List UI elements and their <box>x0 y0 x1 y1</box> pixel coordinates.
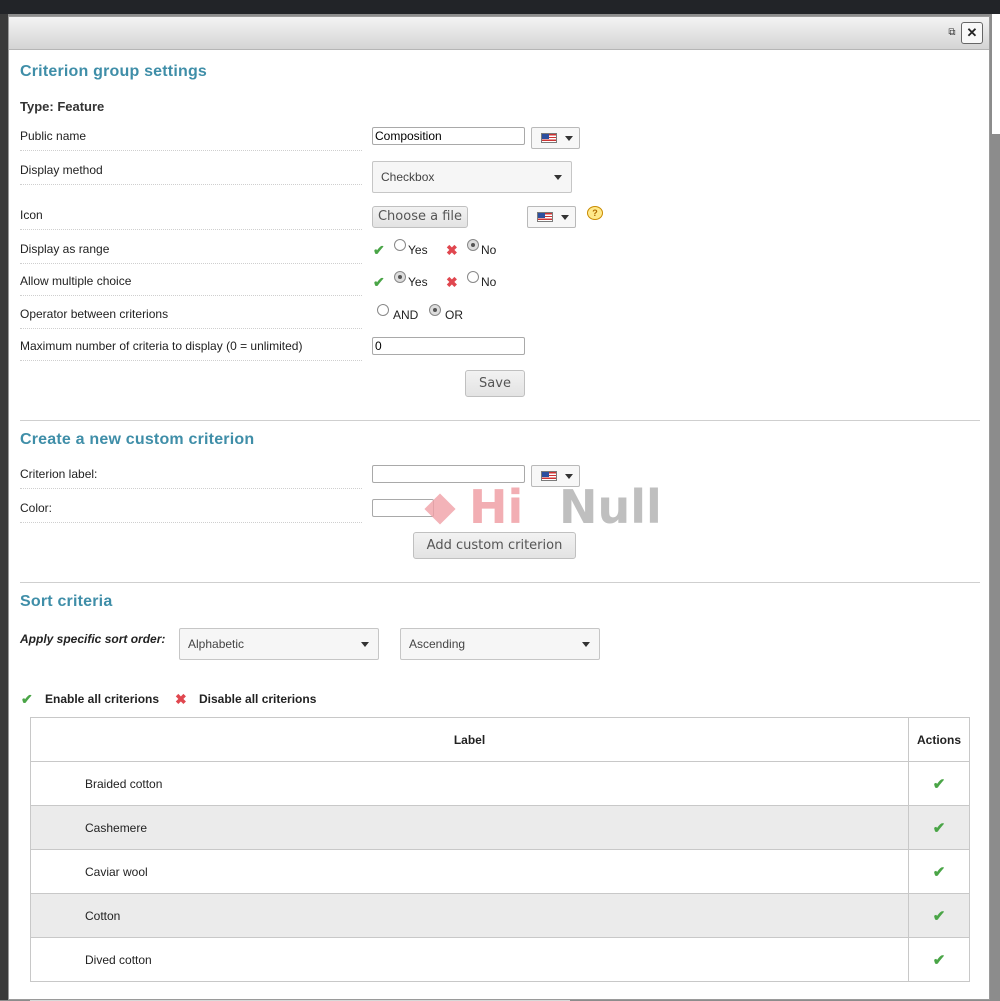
criterion-group-modal: ⧉ ✕ Criterion group settings Type: Featu… <box>8 16 990 1000</box>
display-method-label: Display method <box>20 163 362 185</box>
chevron-down-icon <box>565 474 573 479</box>
criterion-label-cell: Caviar wool <box>30 849 909 894</box>
display-as-range-no-label: No <box>481 243 497 257</box>
group-settings-title: Criterion group settings <box>20 63 208 80</box>
allow-multiple-label: Allow multiple choice <box>20 274 362 296</box>
sort-order-select[interactable]: Alphabetic <box>179 628 379 660</box>
color-label: Color: <box>20 501 362 523</box>
display-method-select[interactable]: Checkbox <box>372 161 572 193</box>
max-criteria-input[interactable] <box>372 337 525 355</box>
cross-icon: ✖ <box>446 242 458 258</box>
display-as-range-no-radio[interactable] <box>467 239 479 251</box>
us-flag-icon <box>541 133 557 143</box>
choose-file-button[interactable]: Choose a file <box>372 206 468 228</box>
apply-sort-order-label: Apply specific sort order: <box>20 632 166 646</box>
criterion-label-cell: Cashemere <box>30 805 909 850</box>
enabled-toggle-check-icon[interactable]: ✔ <box>908 849 970 894</box>
sort-direction-select[interactable]: Ascending <box>400 628 600 660</box>
chevron-down-icon <box>361 642 369 647</box>
background-left-edge <box>0 14 8 1000</box>
modal-titlebar[interactable]: ⧉ ✕ <box>9 17 989 50</box>
help-bubble-icon[interactable]: ? <box>587 206 603 220</box>
column-header-label[interactable]: Label <box>30 717 909 762</box>
enabled-toggle-check-icon[interactable]: ✔ <box>908 937 970 982</box>
check-icon: ✔ <box>373 274 385 290</box>
criterion-label-cell: Dived cotton <box>30 937 909 982</box>
column-header-actions: Actions <box>908 717 970 762</box>
criterion-label-label: Criterion label: <box>20 467 362 489</box>
allow-multiple-yes-label: Yes <box>408 275 428 289</box>
public-name-label: Public name <box>20 129 362 151</box>
allow-multiple-no-radio[interactable] <box>467 271 479 283</box>
chevron-down-icon <box>565 136 573 141</box>
operator-or-radio[interactable] <box>429 304 441 316</box>
display-as-range-yes-label: Yes <box>408 243 428 257</box>
type-label: Type: Feature <box>20 99 105 114</box>
watermark-text-null: Null <box>559 480 662 534</box>
sort-order-value: Alphabetic <box>188 637 245 651</box>
chevron-down-icon <box>582 642 590 647</box>
sort-direction-value: Ascending <box>409 637 466 651</box>
enable-all-link[interactable]: Enable all criterions <box>45 692 159 706</box>
us-flag-icon <box>541 471 557 481</box>
operator-label: Operator between criterions <box>20 307 362 329</box>
cross-icon: ✖ <box>446 274 458 290</box>
criterion-label-cell: Cotton <box>30 893 909 938</box>
close-button[interactable]: ✕ <box>961 22 983 44</box>
icon-label: Icon <box>20 208 362 230</box>
chevron-down-icon <box>554 175 562 180</box>
icon-language-select[interactable] <box>527 206 576 228</box>
save-button[interactable]: Save <box>465 370 525 397</box>
enabled-toggle-check-icon[interactable]: ✔ <box>908 761 970 806</box>
operator-or-label: OR <box>445 308 463 322</box>
add-custom-criterion-button[interactable]: Add custom criterion <box>413 532 576 559</box>
table-row: Cotton ✔ <box>30 893 970 938</box>
public-name-input[interactable] <box>372 127 525 145</box>
display-method-value: Checkbox <box>381 170 435 184</box>
criterion-label-cell: Braided cotton <box>30 761 909 806</box>
operator-and-radio[interactable] <box>377 304 389 316</box>
table-row: Braided cotton ✔ <box>30 761 970 806</box>
check-icon: ✔ <box>373 242 385 258</box>
sort-criteria-title: Sort criteria <box>20 593 113 610</box>
background-top-bar <box>0 0 1000 14</box>
allow-multiple-no-label: No <box>481 275 497 289</box>
divider <box>20 582 980 583</box>
table-row: Caviar wool ✔ <box>30 849 970 894</box>
custom-criterion-title: Create a new custom criterion <box>20 431 255 448</box>
watermark-text-hi: Hi <box>469 480 524 534</box>
table-row: Cashemere ✔ <box>30 805 970 850</box>
display-as-range-label: Display as range <box>20 242 362 264</box>
display-as-range-yes-radio[interactable] <box>394 239 406 251</box>
disable-all-link[interactable]: Disable all criterions <box>199 692 316 706</box>
chevron-down-icon <box>561 215 569 220</box>
table-header-row: Label Actions <box>30 717 970 762</box>
us-flag-icon <box>537 212 553 222</box>
disable-all-cross-icon[interactable]: ✖ <box>175 692 187 706</box>
divider <box>20 420 980 421</box>
public-name-language-select[interactable] <box>531 127 580 149</box>
restore-window-icon[interactable]: ⧉ <box>946 27 958 39</box>
operator-and-label: AND <box>393 308 419 322</box>
allow-multiple-yes-radio[interactable] <box>394 271 406 283</box>
table-row: Dived cotton ✔ <box>30 937 970 982</box>
enabled-toggle-check-icon[interactable]: ✔ <box>908 893 970 938</box>
max-criteria-label: Maximum number of criteria to display (0… <box>20 339 362 361</box>
enabled-toggle-check-icon[interactable]: ✔ <box>908 805 970 850</box>
criteria-table: Label Actions Braided cotton ✔ Cashemere… <box>30 717 970 982</box>
background-right-edge <box>992 14 1000 134</box>
enable-all-check-icon[interactable]: ✔ <box>21 692 33 706</box>
